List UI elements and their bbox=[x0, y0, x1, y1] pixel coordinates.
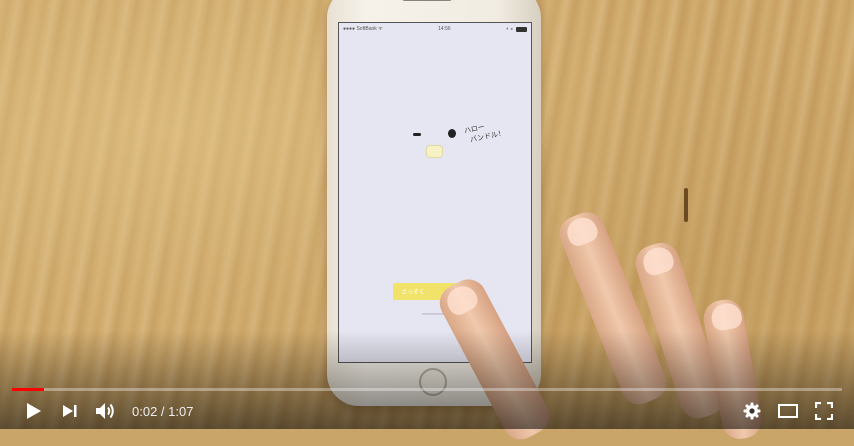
left-eye bbox=[413, 133, 421, 136]
settings-button[interactable] bbox=[734, 395, 770, 427]
phone-speaker bbox=[402, 0, 452, 1]
current-time: 0:02 bbox=[132, 403, 158, 419]
greeting-text: ハロー バンドル！ bbox=[463, 119, 506, 147]
next-button[interactable] bbox=[52, 395, 88, 427]
play-icon bbox=[27, 403, 41, 419]
next-icon bbox=[63, 405, 77, 417]
phone-screen: ●●●● SoftBank ᯤ 14:56 ◐ ⁎ ハロー バンドル！ さっそく bbox=[338, 22, 532, 363]
volume-icon bbox=[96, 403, 114, 419]
time-display: 0:02 / 1:07 bbox=[132, 404, 193, 419]
time-separator: / bbox=[157, 403, 169, 419]
theater-mode-button[interactable] bbox=[770, 395, 806, 427]
fullscreen-button[interactable] bbox=[806, 395, 842, 427]
theater-mode-icon bbox=[778, 404, 798, 418]
play-button[interactable] bbox=[16, 395, 52, 427]
right-eye bbox=[448, 129, 456, 138]
player-controls: 0:02 / 1:07 bbox=[0, 395, 854, 427]
wood-knot bbox=[684, 188, 688, 222]
gear-icon bbox=[743, 402, 761, 420]
progress-played bbox=[12, 388, 45, 391]
mouth bbox=[426, 145, 443, 158]
fullscreen-icon bbox=[815, 402, 833, 420]
app-face: ハロー バンドル！ さっそく bbox=[339, 23, 531, 362]
progress-bar[interactable] bbox=[12, 388, 842, 391]
mute-button[interactable] bbox=[88, 395, 124, 427]
duration: 1:07 bbox=[168, 403, 194, 419]
